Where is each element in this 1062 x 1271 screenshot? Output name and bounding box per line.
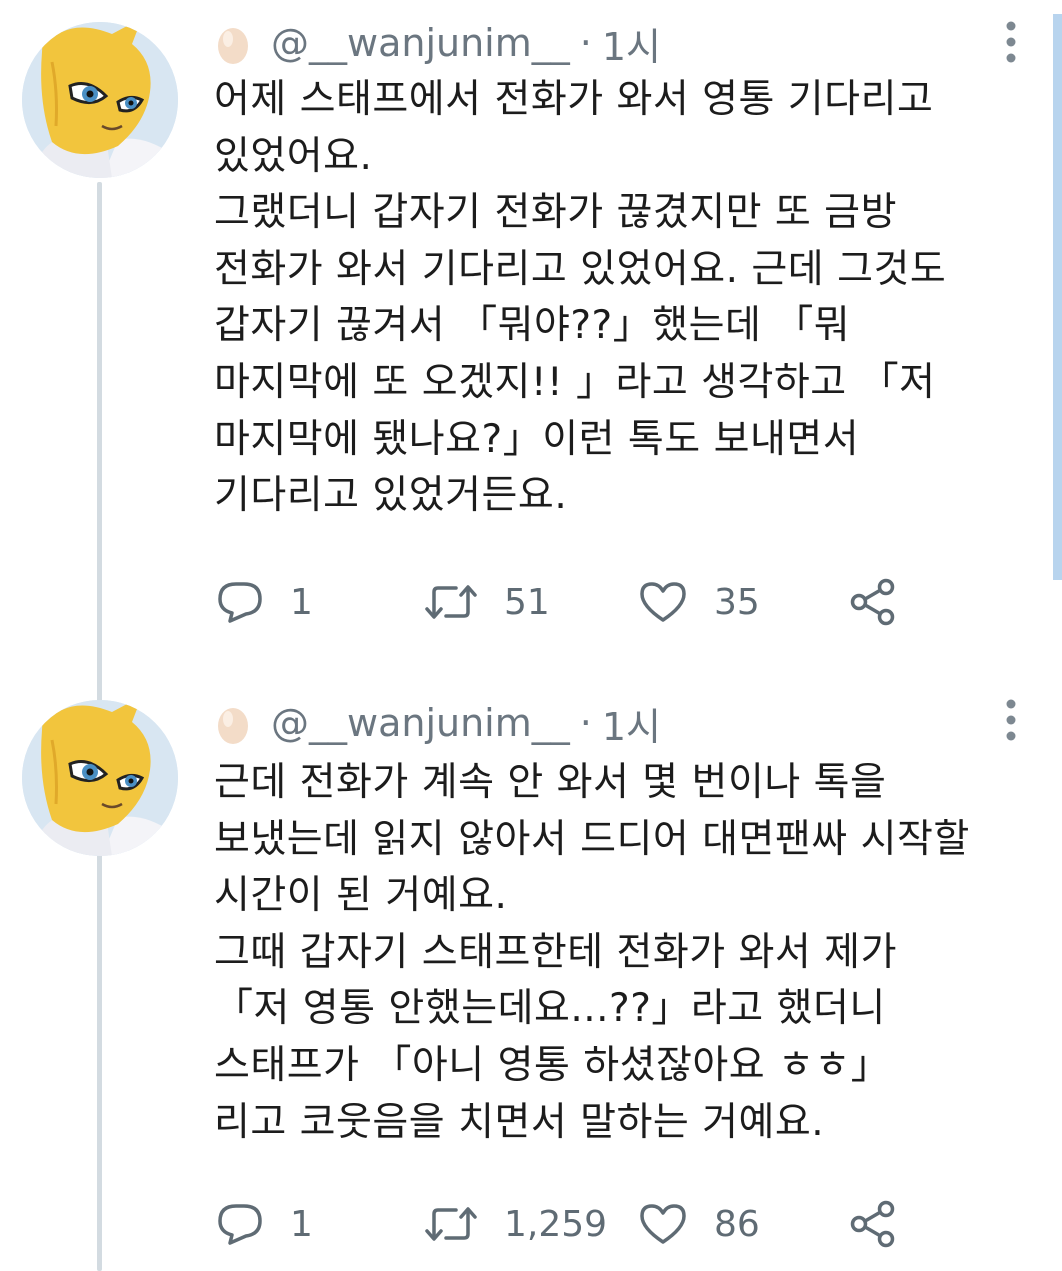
retweet-count: 51 [504, 581, 550, 623]
reply-count: 1 [290, 581, 313, 623]
user-handle[interactable]: @__wanjunim__ [271, 701, 570, 745]
separator-dot: · [579, 21, 592, 65]
tweet-text: 어제 스태프에서 전화가 와서 영통 기다리고 있었어요. 그랬더니 갑자기 전… [214, 72, 1054, 525]
text-line: 있었어요. [214, 133, 373, 179]
tweet-header: @__wanjunim__ · 1시 [215, 696, 661, 751]
speech-bubble-icon [218, 1204, 262, 1245]
avatar[interactable] [22, 22, 178, 178]
retweet-button[interactable]: 1,259 [424, 1196, 607, 1252]
tweet-header: @__wanjunim__ · 1시 [215, 16, 661, 71]
user-handle[interactable]: @__wanjunim__ [271, 21, 570, 65]
scrollbar[interactable] [1053, 14, 1062, 580]
retweet-arrows-icon [425, 1207, 477, 1241]
vertical-ellipsis-icon[interactable] [1004, 698, 1018, 742]
text-line: 마지막에 또 오겠지!! 」라고 생각하고 「저 [214, 359, 936, 405]
text-line: 리고 코웃음을 치면서 말하는 거예요. [214, 1099, 825, 1145]
text-line: 그때 갑자기 스태프한테 전화가 와서 제가 [214, 929, 897, 975]
like-count: 86 [714, 1203, 760, 1245]
reply-button[interactable]: 1 [216, 1196, 313, 1252]
text-line: 그랬더니 갑자기 전화가 끊겼지만 또 금방 [214, 190, 897, 236]
text-line: 시간이 된 거예요. [214, 873, 508, 919]
separator-dot: · [579, 701, 592, 745]
retweet-count: 1,259 [504, 1203, 608, 1245]
avatar[interactable] [22, 700, 178, 856]
share-button[interactable] [848, 574, 898, 630]
retweet-button[interactable]: 51 [424, 574, 550, 630]
text-line: 보냈는데 읽지 않아서 드디어 대면팬싸 시작할 [214, 816, 970, 862]
retweet-arrows-icon [425, 585, 477, 619]
egg-icon [218, 28, 248, 64]
tweet-actions: 1 51 35 [0, 574, 1062, 630]
tweet-text: 근데 전화가 계속 안 와서 몇 번이나 톡을 보냈는데 읽지 않아서 드디어 … [214, 755, 1054, 1151]
like-count: 35 [714, 581, 760, 623]
egg-icon [218, 708, 248, 744]
like-button[interactable]: 35 [638, 574, 760, 630]
heart-icon [640, 1204, 686, 1244]
text-line: 마지막에 됐나요?」이런 톡도 보내면서 [214, 416, 860, 462]
share-nodes-icon [850, 1200, 895, 1248]
text-line: 어제 스태프에서 전화가 와서 영통 기다리고 [214, 77, 934, 122]
tweet-actions: 1 1,259 86 [0, 1196, 1062, 1252]
text-line: 「저 영통 안했는데요...??」라고 했더니 [214, 986, 886, 1032]
text-line: 기다리고 있었거든요. [214, 473, 568, 519]
text-line: 근데 전화가 계속 안 와서 몇 번이나 톡을 [214, 760, 887, 805]
share-button[interactable] [848, 1196, 898, 1252]
timestamp[interactable]: 1시 [602, 696, 661, 751]
text-line: 갑자기 끊겨서 「뭐야??」했는데 「뭐 [214, 303, 851, 349]
vertical-ellipsis-icon[interactable] [1004, 20, 1018, 64]
yellow-fox-avatar-icon [22, 22, 178, 178]
text-line: 스태프가 「아니 영통 하셨잖아요 ㅎㅎ」 [214, 1042, 891, 1088]
like-button[interactable]: 86 [638, 1196, 760, 1252]
timestamp[interactable]: 1시 [602, 16, 661, 71]
text-line: 전화가 와서 기다리고 있었어요. 근데 그것도 [214, 246, 947, 292]
yellow-fox-avatar-icon [22, 700, 178, 856]
speech-bubble-icon [218, 582, 262, 623]
heart-icon [640, 582, 686, 622]
reply-button[interactable]: 1 [216, 574, 313, 630]
share-nodes-icon [850, 578, 895, 626]
reply-count: 1 [290, 1203, 313, 1245]
